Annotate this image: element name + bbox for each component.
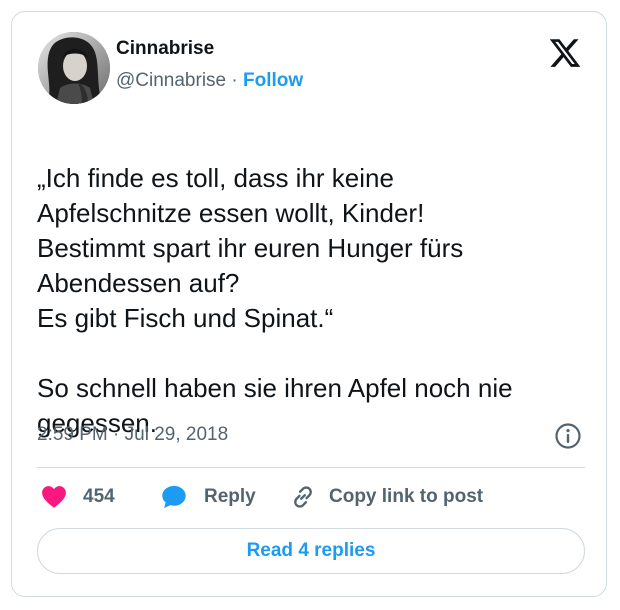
info-icon[interactable]: [554, 422, 582, 450]
link-icon: [294, 486, 312, 508]
author-name[interactable]: Cinnabrise: [116, 38, 214, 60]
copy-link-label: Copy link to post: [329, 486, 484, 507]
author-handle[interactable]: @Cinnabrise: [116, 70, 226, 91]
author-handle-line: @Cinnabrise · Follow: [116, 70, 303, 92]
tweet-timestamp[interactable]: 2:59 PM · Jul 29, 2018: [37, 424, 228, 446]
avatar-photo: [38, 32, 110, 104]
read-replies-button[interactable]: Read 4 replies: [37, 528, 585, 574]
heart-icon: [42, 486, 66, 508]
copy-link-button[interactable]: Copy link to post: [289, 482, 483, 512]
reply-label: Reply: [204, 486, 256, 507]
follow-button[interactable]: Follow: [243, 70, 303, 91]
divider: [37, 467, 585, 468]
reply-button[interactable]: Reply: [160, 482, 256, 512]
like-button[interactable]: 454: [39, 482, 115, 512]
x-logo-icon[interactable]: [548, 36, 582, 70]
separator-dot: ·: [231, 70, 238, 91]
speech-bubble-icon: [162, 485, 186, 509]
tweet-card: Cinnabrise @Cinnabrise · Follow „Ich fin…: [11, 11, 607, 597]
tweet-paragraph-1: „Ich finde es toll, dass ihr keine Apfel…: [37, 163, 464, 333]
avatar[interactable]: [38, 32, 110, 104]
like-count: 454: [83, 486, 115, 507]
